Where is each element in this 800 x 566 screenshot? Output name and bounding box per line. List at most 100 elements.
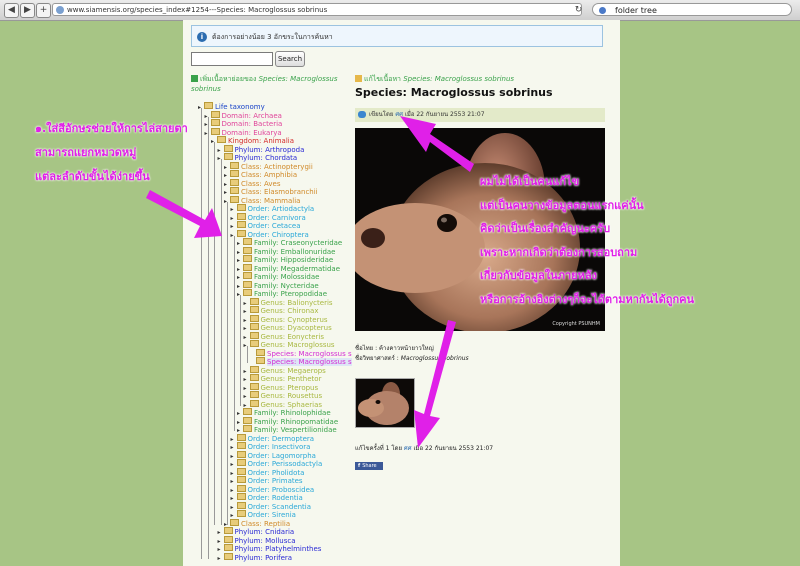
folder-icon [236,476,246,483]
reload-icon[interactable]: ↻ [572,4,585,17]
folder-icon [223,535,233,543]
folder-icon [236,433,246,441]
tree-guide-line [240,295,241,406]
folder-icon [230,518,239,526]
folder-icon [223,552,233,560]
forward-button[interactable]: ▶ [20,3,35,18]
search-engine-icon [599,7,606,14]
scientific-name: Macroglossus sobrinus [400,355,469,362]
globe-icon [56,6,64,14]
tree-node[interactable]: ▸ Phylum: Porifera [218,552,293,562]
folder-icon [256,348,265,356]
folder-icon [236,204,246,211]
folder-icon [236,484,246,492]
annotation-line: คิดว่าเป็นเรื่องสำคัญนะครับ [480,222,611,235]
search-input[interactable] [191,52,273,66]
folder-icon [236,467,246,475]
tree-guide-line [227,201,228,525]
edit-history: แก้ไขครั้งที่ 1 โดย ศศ เมื่อ 22 กันยายน … [355,443,493,453]
folder-icon [243,272,252,279]
folder-icon [243,280,252,288]
edit-link[interactable]: แก้ไขเนื้อหา Species: Macroglossus sobri… [355,74,514,85]
folder-icon [249,374,259,381]
folder-icon [236,450,246,458]
info-icon: i [197,32,207,42]
folder-icon [243,416,252,424]
edited-prefix: แก้ไขครั้งที่ 1 โดย [355,445,404,452]
edit-icon [355,75,362,82]
facebook-share-button[interactable]: f Share [355,462,383,470]
edited-author-link[interactable]: ศศ [404,445,412,452]
author-link[interactable]: ศศ [395,111,403,118]
search-button[interactable]: Search [275,51,305,67]
folder-icon [223,153,233,160]
annotation-right: ผมไม่ได้เป็นคนแก้ไข แต่เป็นคนวางข้อมูลตอน… [480,170,694,311]
tree-guide-line [246,346,248,363]
annotation-left: ๑.ใส่สีอักษรช่วยให้การไล่สายตาสามารถแยกห… [35,117,188,189]
comment-icon [358,111,366,118]
back-button[interactable]: ◀ [4,3,19,18]
scientific-name-row: ชื่อวิทยาศาสตร์ : Macroglossus sobrinus [355,354,469,364]
page-title: Species: Macroglossus sobrinus [355,86,553,99]
folder-icon [210,127,220,135]
folder-icon [210,119,220,126]
folder-icon [249,323,259,330]
folder-icon [230,178,239,186]
folder-icon [243,408,252,415]
add-child-prefix: เพิ่มเนื้อหาย่อยของ [200,75,259,83]
folder-icon [223,144,233,152]
folder-icon [243,246,252,254]
folder-icon [249,399,259,407]
annotation-line: สามารถแยกหมวดหมู่ [35,146,137,159]
share-label: Share [362,463,377,469]
folder-icon [230,195,239,203]
browser-search-value: folder tree [615,6,657,15]
folder-icon [223,544,233,551]
folder-icon [230,170,239,177]
tree-guide-line [207,116,209,559]
names-block: ชื่อไทย : ค้างคาวหน้ายาวใหญ่ ชื่อวิทยาศา… [355,344,469,364]
tree-guide-line [214,142,215,525]
folder-icon [243,238,252,245]
taxonomy-tree: ▸ Life taxonomy ▸ Domain: Archaea ▸ Domain: B… [198,102,352,566]
author-date: เมื่อ 22 กันยายน 2553 21:07 [402,111,485,118]
folder-icon [249,365,259,373]
photo-thumbnail[interactable] [355,378,415,428]
folder-icon [236,229,246,237]
folder-icon [243,289,252,296]
address-text: www.siamensis.org/species_index#1254---S… [67,6,328,14]
author-bar: เขียนโดย ศศ เมื่อ 22 กันยายน 2553 21:07 [355,108,605,122]
folder-icon [230,161,239,169]
folder-icon [204,102,213,109]
browser-search-field[interactable]: folder tree [592,3,792,16]
folder-icon [243,425,252,432]
notice-text: ต้องการอย่างน้อย 3 อักขระในการค้นหา [212,33,333,41]
folder-icon [230,187,239,194]
tree-node-label[interactable]: Phylum: Porifera [235,554,293,562]
folder-icon [236,501,246,509]
folder-icon [223,527,233,534]
folder-icon [249,340,259,347]
folder-icon [217,136,226,143]
annotation-line: แต่เป็นคนวางข้อมูลตอนแรกแค่นั้น [480,198,644,212]
folder-icon [236,510,246,517]
folder-icon [236,442,246,449]
tree-guide-line [201,108,202,559]
tree-guide-line [220,159,222,525]
folder-icon [236,212,246,220]
photo-copyright: Copyright PSUNHM [552,321,600,327]
address-bar[interactable]: www.siamensis.org/species_index#1254---S… [52,3,582,16]
annotation-line: เกี่ยวกับข้อมูลในภายหลัง [480,269,597,282]
add-child-link[interactable]: เพิ่มเนื้อหาย่อยของ Species: Macroglossu… [191,74,339,94]
edit-prefix: แก้ไขเนื้อหา [364,75,404,83]
folder-icon [249,306,259,313]
notice-box: i ต้องการอย่างน้อย 3 อักขระในการค้นหา [191,25,603,47]
annotation-line: ๑.ใส่สีอักษรช่วยให้การไล่สายตา [35,122,188,135]
edited-date: เมื่อ 22 กันยายน 2553 21:07 [411,445,494,452]
add-tab-button[interactable]: + [36,3,51,18]
annotation-line: หรือการอ้างอิงต่างๆก็จะได้ตามหากันได้ถูก… [480,292,694,306]
add-icon [191,75,198,82]
browser-toolbar: ◀ ▶ + www.siamensis.org/species_index#12… [0,0,800,21]
folder-icon [256,357,265,364]
folder-icon [249,331,259,339]
